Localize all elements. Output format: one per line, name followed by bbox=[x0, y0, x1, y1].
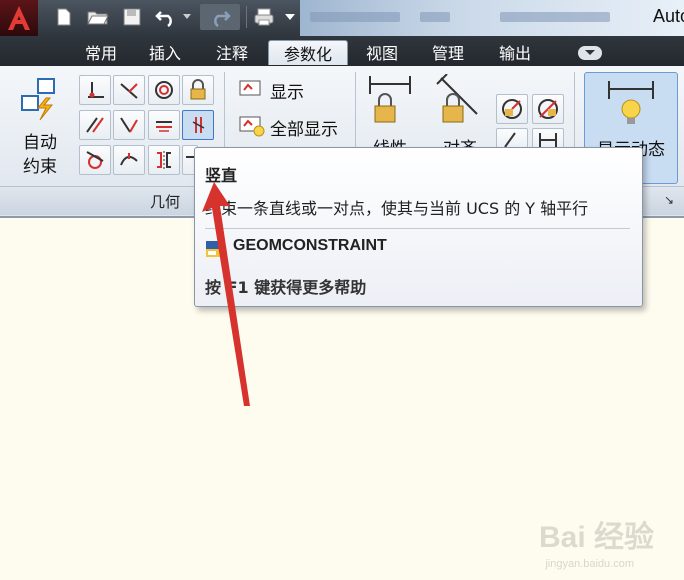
tab-annotate[interactable]: 注释 bbox=[207, 40, 257, 64]
auto-constrain-icon bbox=[21, 78, 55, 121]
tab-home[interactable]: 常用 bbox=[76, 40, 126, 64]
horizontal-icon bbox=[156, 121, 172, 132]
undo-button[interactable] bbox=[152, 4, 180, 30]
new-file-button[interactable] bbox=[50, 4, 78, 30]
show-constraints-button[interactable]: 显示 bbox=[238, 78, 338, 103]
tooltip-description: 约束一条直线或一对点，使其与当前 UCS 的 Y 轴平行 bbox=[205, 199, 589, 218]
aligned-dimension-icon bbox=[436, 74, 478, 123]
tooltip-divider bbox=[205, 228, 630, 229]
blurred-tab bbox=[310, 12, 400, 22]
radial-dimension-icon bbox=[502, 99, 522, 119]
linear-dimension-icon bbox=[369, 76, 411, 123]
perpendicular-constraint-button[interactable] bbox=[113, 110, 145, 140]
horizontal-constraint-button[interactable] bbox=[148, 110, 180, 140]
panel-launcher-icon[interactable]: ↘ bbox=[664, 193, 674, 207]
tangent-constraint-button[interactable] bbox=[79, 145, 111, 175]
vertical-icon bbox=[192, 117, 205, 133]
smooth-icon bbox=[120, 153, 138, 166]
tooltip-help-text: 按 F1 键获得更多帮助 bbox=[205, 278, 367, 297]
show-all-constraints-button[interactable]: 全部显示 bbox=[238, 114, 348, 140]
blurred-tab bbox=[500, 12, 610, 22]
ribbon-minimize-button[interactable] bbox=[578, 46, 602, 60]
command-tooltip: 竖直 约束一条直线或一对点，使其与当前 UCS 的 Y 轴平行 GEOMCONS… bbox=[194, 147, 643, 307]
parallel-icon bbox=[86, 117, 104, 133]
tab-insert[interactable]: 插入 bbox=[140, 40, 190, 64]
show-constraints-label: 显示 bbox=[270, 83, 304, 103]
app-title: Auto bbox=[652, 6, 684, 26]
geometry-panel-title[interactable]: 几何 bbox=[150, 191, 180, 212]
tangent-icon bbox=[86, 151, 104, 169]
diameter-dimension-icon bbox=[538, 99, 558, 119]
symmetric-icon bbox=[157, 151, 171, 169]
undo-icon bbox=[155, 11, 172, 27]
autocad-logo-icon bbox=[8, 6, 30, 30]
auto-constrain-label-1: 自动 bbox=[23, 133, 57, 153]
tooltip-title: 竖直 bbox=[205, 166, 238, 185]
show-all-constraints-label: 全部显示 bbox=[270, 120, 338, 140]
aligned-dimension-button[interactable]: 对齐 bbox=[430, 72, 490, 159]
fix-constraint-button[interactable] bbox=[182, 75, 214, 105]
tooltip-command-name: GEOMCONSTRAINT bbox=[233, 237, 387, 254]
quick-access-toolbar: Auto bbox=[0, 0, 684, 36]
open-file-button[interactable] bbox=[84, 4, 112, 30]
open-folder-icon bbox=[87, 11, 109, 25]
save-button[interactable] bbox=[118, 4, 146, 30]
new-file-icon bbox=[57, 8, 71, 26]
concentric-icon bbox=[155, 81, 173, 99]
collinear-constraint-button[interactable] bbox=[113, 75, 145, 105]
redo-icon bbox=[214, 11, 231, 27]
collinear-icon bbox=[120, 83, 138, 99]
toolbar-separator bbox=[246, 6, 247, 28]
diameter-dimension-button[interactable] bbox=[532, 94, 564, 124]
printer-icon bbox=[254, 8, 274, 26]
tab-manage[interactable]: 管理 bbox=[423, 40, 473, 64]
title-area: Auto bbox=[300, 0, 684, 36]
auto-constrain-label-2: 约束 bbox=[23, 157, 57, 177]
radial-dimension-button[interactable] bbox=[496, 94, 528, 124]
linear-dimension-button[interactable]: 线性 bbox=[362, 72, 418, 159]
coincident-constraint-button[interactable] bbox=[79, 75, 111, 105]
parallel-constraint-button[interactable] bbox=[79, 110, 111, 140]
perpendicular-icon bbox=[120, 117, 138, 133]
save-icon bbox=[123, 8, 141, 26]
qat-customize-dropdown[interactable] bbox=[280, 4, 300, 30]
undo-dropdown[interactable] bbox=[180, 4, 194, 30]
plot-button[interactable] bbox=[250, 4, 278, 30]
lock-icon bbox=[190, 79, 206, 100]
chevron-down-icon bbox=[183, 14, 191, 19]
tab-view[interactable]: 视图 bbox=[357, 40, 407, 64]
auto-constrain-button[interactable]: 自动 约束 bbox=[12, 74, 68, 184]
blurred-tab bbox=[420, 12, 450, 22]
symmetric-constraint-button[interactable] bbox=[148, 145, 180, 175]
coincident-icon bbox=[88, 82, 104, 98]
command-icon bbox=[206, 241, 222, 257]
show-all-constraints-icon bbox=[239, 116, 265, 137]
watermark-url: jingyan.baidu.com bbox=[545, 558, 634, 570]
chevron-down-icon bbox=[285, 13, 295, 20]
tab-output[interactable]: 输出 bbox=[490, 40, 540, 64]
show-constraints-icon bbox=[239, 80, 261, 96]
ribbon-tab-bar: 常用 插入 注释 参数化 视图 管理 输出 bbox=[0, 36, 684, 66]
vertical-constraint-button[interactable] bbox=[182, 110, 214, 140]
show-dynamic-constraints-icon bbox=[608, 81, 654, 124]
chevron-down-icon bbox=[585, 50, 595, 55]
concentric-constraint-button[interactable] bbox=[148, 75, 180, 105]
application-menu-button[interactable] bbox=[0, 0, 38, 36]
watermark-logo: Bai 经验 bbox=[538, 521, 654, 554]
smooth-constraint-button[interactable] bbox=[113, 145, 145, 175]
tab-parametric[interactable]: 参数化 bbox=[268, 40, 348, 65]
redo-button[interactable] bbox=[200, 4, 240, 30]
